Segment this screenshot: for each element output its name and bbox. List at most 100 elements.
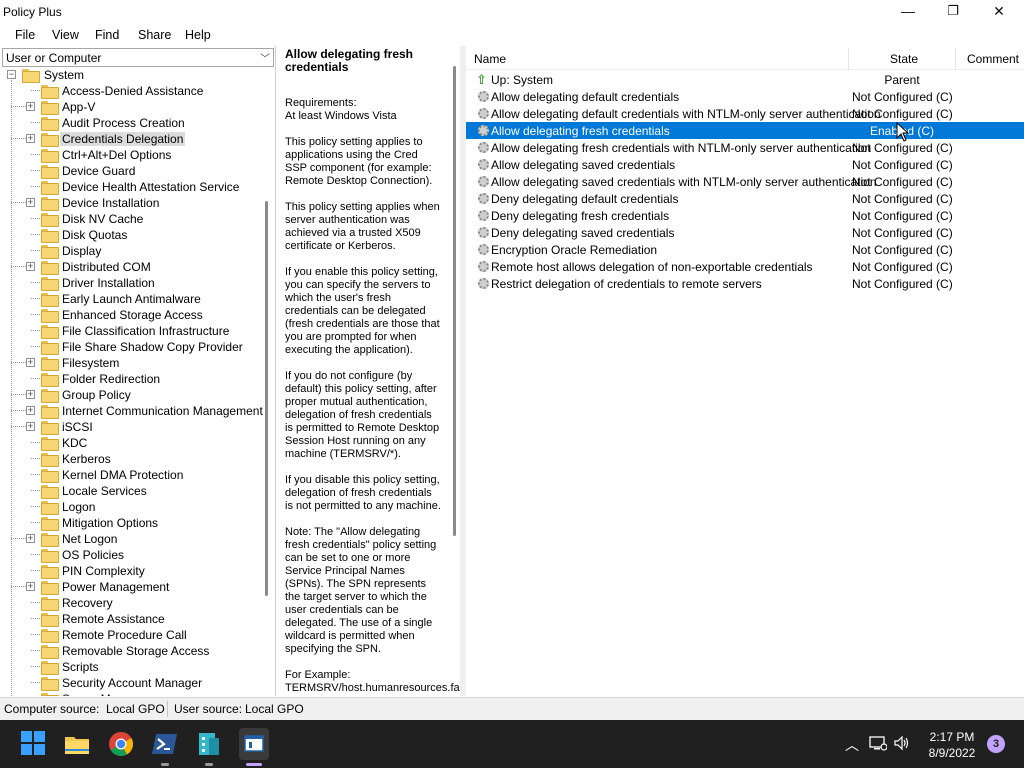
policy-row[interactable]: Deny delegating saved credentials Not Con… (466, 224, 1024, 241)
tree-node[interactable]: Remote Procedure Call (0, 627, 264, 643)
expand-icon[interactable]: + (26, 134, 35, 143)
expand-icon[interactable]: + (26, 358, 35, 367)
tree-connector (31, 490, 40, 491)
expand-icon[interactable]: + (26, 582, 35, 591)
tree-node[interactable]: Mitigation Options (0, 515, 264, 531)
system-clock[interactable]: 2:17 PM 8/9/2022 (912, 729, 992, 761)
policy-row[interactable]: Allow delegating fresh credentials Enable… (466, 122, 1024, 139)
tree-node[interactable]: Disk Quotas (0, 227, 264, 243)
tree-node[interactable]: Logon (0, 499, 264, 515)
tree-node[interactable]: PIN Complexity (0, 563, 264, 579)
up-row[interactable]: ⇧ Up: System Parent (466, 71, 1024, 88)
expand-icon[interactable]: + (26, 102, 35, 111)
expand-icon[interactable]: + (26, 198, 35, 207)
column-state-header[interactable]: State (890, 52, 918, 66)
policy-row[interactable]: Deny delegating fresh credentials Not Con… (466, 207, 1024, 224)
menu-file[interactable]: File (15, 28, 35, 42)
tree-node[interactable]: Audit Process Creation (0, 115, 264, 131)
tree-scrollbar[interactable] (265, 201, 268, 596)
tree-node[interactable]: Server Manager (0, 691, 264, 696)
tree-node[interactable]: Recovery (0, 595, 264, 611)
menu-help[interactable]: Help (185, 28, 211, 42)
policy-plus-taskbar-icon[interactable] (239, 728, 269, 760)
expand-icon[interactable]: + (26, 390, 35, 399)
policy-row[interactable]: Encryption Oracle Remediation Not Configu… (466, 241, 1024, 258)
tree-node[interactable]: + iSCSI (0, 419, 264, 435)
tree-node[interactable]: + Internet Communication Management (0, 403, 264, 419)
menu-view[interactable]: View (52, 28, 79, 42)
server-app-icon[interactable] (195, 730, 223, 758)
tree-node[interactable]: Disk NV Cache (0, 211, 264, 227)
tree-node[interactable]: Locale Services (0, 483, 264, 499)
tree-node[interactable]: Display (0, 243, 264, 259)
tree-connector (31, 170, 40, 171)
file-explorer-icon[interactable] (63, 730, 91, 758)
powershell-icon[interactable] (151, 730, 179, 758)
tree-node[interactable]: Folder Redirection (0, 371, 264, 387)
category-tree: − System Access-Denied Assistance + App-V A… (0, 67, 276, 696)
tree-node[interactable]: Kernel DMA Protection (0, 467, 264, 483)
tree-node[interactable]: Access-Denied Assistance (0, 83, 264, 99)
expand-icon[interactable]: + (26, 406, 35, 415)
tree-node[interactable]: Security Account Manager (0, 675, 264, 691)
tree-node[interactable]: + Filesystem (0, 355, 264, 371)
policy-row[interactable]: Allow delegating saved credentials with … (466, 173, 1024, 190)
expand-icon[interactable]: + (26, 534, 35, 543)
volume-icon[interactable] (893, 735, 911, 754)
column-name-header[interactable]: Name (474, 52, 506, 66)
tree-node[interactable]: + App-V (0, 99, 264, 115)
maximize-button[interactable]: ❐ (930, 0, 976, 22)
tree-node[interactable]: + Power Management (0, 579, 264, 595)
tree-node[interactable]: Early Launch Antimalware (0, 291, 264, 307)
tree-node[interactable]: OS Policies (0, 547, 264, 563)
tree-node-label: Audit Process Creation (62, 116, 185, 130)
tree-node[interactable]: File Share Shadow Copy Provider (0, 339, 264, 355)
tree-connector (31, 602, 40, 603)
policy-row[interactable]: Restrict delegation of credentials to re… (466, 275, 1024, 292)
policy-row[interactable]: Allow delegating saved credentials Not Co… (466, 156, 1024, 173)
tree-node[interactable]: File Classification Infrastructure (0, 323, 264, 339)
collapse-icon[interactable]: − (7, 70, 16, 79)
tree-node[interactable]: Enhanced Storage Access (0, 307, 264, 323)
policy-row[interactable]: Deny delegating default credentials Not C… (466, 190, 1024, 207)
policy-row[interactable]: Allow delegating fresh credentials with … (466, 139, 1024, 156)
expand-icon[interactable]: + (26, 422, 35, 431)
chevron-up-icon[interactable]: ︿ (845, 735, 859, 755)
column-comment-header[interactable]: Comment (967, 52, 1019, 66)
tree-node[interactable]: Device Health Attestation Service (0, 179, 264, 195)
tree-connector (31, 378, 40, 379)
tree-node[interactable]: Removable Storage Access (0, 643, 264, 659)
tree-node[interactable]: Kerberos (0, 451, 264, 467)
tree-node[interactable]: + Device Installation (0, 195, 264, 211)
tree-node[interactable]: + Credentials Delegation (0, 131, 264, 147)
description-scrollbar[interactable] (453, 66, 456, 536)
tree-node[interactable]: KDC (0, 435, 264, 451)
expand-icon[interactable]: + (26, 262, 35, 271)
network-icon[interactable] (869, 735, 888, 754)
tree-node-system[interactable]: − System (0, 67, 264, 83)
menu-find[interactable]: Find (95, 28, 119, 42)
tree-node[interactable]: Scripts (0, 659, 264, 675)
scope-select[interactable]: User or Computer ﹀ (2, 48, 274, 67)
close-button[interactable]: ✕ (976, 0, 1022, 22)
computer-source-value: Local GPO (106, 702, 165, 716)
tree-node[interactable]: Remote Assistance (0, 611, 264, 627)
tree-node[interactable]: + Group Policy (0, 387, 264, 403)
minimize-button[interactable]: — (885, 0, 931, 22)
policy-row[interactable]: Allow delegating default credentials wit… (466, 105, 1024, 122)
column-divider[interactable] (955, 48, 956, 70)
tree-node[interactable]: + Distributed COM (0, 259, 264, 275)
windows-start-icon[interactable] (20, 730, 48, 758)
tree-connector (31, 474, 40, 475)
tree-node[interactable]: Driver Installation (0, 275, 264, 291)
tree-node[interactable]: Ctrl+Alt+Del Options (0, 147, 264, 163)
policy-row[interactable]: Remote host allows delegation of non-exp… (466, 258, 1024, 275)
tree-node[interactable]: + Net Logon (0, 531, 264, 547)
folder-icon (41, 373, 59, 387)
notification-badge[interactable]: 3 (987, 735, 1005, 753)
chrome-icon[interactable] (107, 730, 135, 758)
column-divider[interactable] (848, 48, 849, 70)
tree-node[interactable]: Device Guard (0, 163, 264, 179)
menu-share[interactable]: Share (138, 28, 171, 42)
policy-row[interactable]: Allow delegating default credentials Not … (466, 88, 1024, 105)
